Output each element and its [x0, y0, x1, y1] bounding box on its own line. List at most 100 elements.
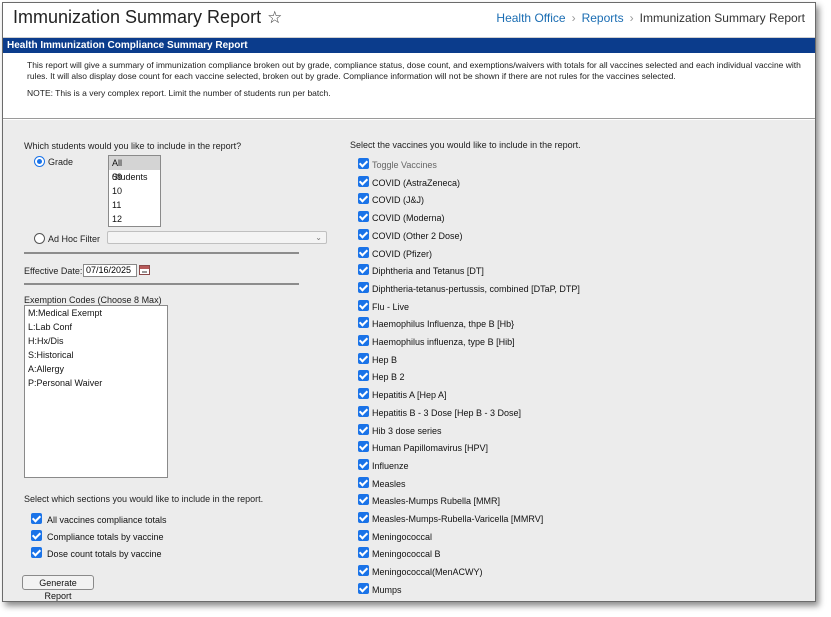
exemption-option[interactable]: L:Lab Conf [25, 320, 167, 334]
page-title: Immunization Summary Report ☆ [13, 7, 282, 28]
vaccine-label: Influenze [372, 461, 409, 471]
vaccine-checkbox[interactable] [358, 494, 369, 505]
toggle-vaccines-checkbox[interactable] [358, 158, 369, 169]
vaccine-checkbox[interactable] [358, 441, 369, 452]
exemption-option[interactable]: A:Allergy [25, 362, 167, 376]
vaccine-label: Mumps [372, 585, 402, 595]
chevron-right-icon: › [629, 11, 634, 25]
section-label: Dose count totals by vaccine [47, 549, 162, 559]
divider [24, 283, 299, 285]
vaccine-checkbox[interactable] [358, 424, 369, 435]
section-checkbox-compliance-by-vaccine[interactable] [31, 530, 42, 541]
report-description: This report will give a summary of immun… [3, 53, 815, 119]
calendar-icon[interactable] [139, 265, 150, 275]
vaccine-checkbox[interactable] [358, 317, 369, 328]
vaccine-label: Diphtheria-tetanus-pertussis, combined [… [372, 284, 580, 294]
star-icon[interactable]: ☆ [267, 8, 282, 27]
breadcrumb-reports[interactable]: Reports [582, 11, 624, 25]
vaccine-label: Diphtheria and Tetanus [DT] [372, 266, 484, 276]
vaccine-checkbox[interactable] [358, 176, 369, 187]
vaccine-label: Meningococcal(MenACWY) [372, 567, 483, 577]
vaccine-label: Measles [372, 479, 406, 489]
vaccine-label: Flu - Live [372, 302, 410, 312]
exemption-option[interactable]: S:Historical [25, 348, 167, 362]
exemption-option[interactable]: H:Hx/Dis [25, 334, 167, 348]
grade-option[interactable]: 10 [109, 184, 160, 198]
report-banner: Health Immunization Compliance Summary R… [3, 38, 815, 53]
section-checkbox-all-vaccines[interactable] [31, 513, 42, 524]
vaccine-checkbox[interactable] [358, 547, 369, 558]
vaccine-checkbox[interactable] [358, 264, 369, 275]
adhoc-radio-label: Ad Hoc Filter [48, 234, 101, 244]
vaccine-label: COVID (Moderna) [372, 213, 445, 223]
vaccine-checkbox[interactable] [358, 211, 369, 222]
vaccine-label: COVID (Other 2 Dose) [372, 231, 463, 241]
report-window: Immunization Summary Report ☆ Health Offi… [2, 2, 816, 602]
vaccine-label: Meningococcal [372, 532, 433, 542]
page-header: Immunization Summary Report ☆ Health Offi… [3, 3, 815, 38]
vaccine-label: Measles-Mumps-Rubella-Varicella [MMRV] [372, 514, 544, 524]
divider [24, 252, 299, 254]
students-question: Which students would you like to include… [24, 141, 242, 151]
section-label: Compliance totals by vaccine [47, 532, 164, 542]
vaccine-checkbox[interactable] [358, 247, 369, 258]
vaccine-checkbox[interactable] [358, 229, 369, 240]
effective-date-input[interactable]: 07/16/2025 [83, 264, 137, 277]
vaccine-checkbox[interactable] [358, 388, 369, 399]
description-text: This report will give a summary of immun… [27, 60, 801, 81]
vaccine-label: Human Papillomavirus [HPV] [372, 443, 489, 453]
vaccine-label: Measles-Mumps Rubella [MMR] [372, 496, 501, 506]
toggle-vaccines-label: Toggle Vaccines [372, 160, 437, 170]
chevron-down-icon: ⌄ [315, 233, 322, 242]
chevron-right-icon: › [571, 11, 576, 25]
adhoc-filter-select[interactable]: ⌄ [107, 231, 327, 244]
vaccine-checkbox[interactable] [358, 477, 369, 488]
vaccine-checkbox[interactable] [358, 353, 369, 364]
vaccine-label: Haemophilus influenza, type B [Hib] [372, 337, 515, 347]
description-note: NOTE: This is a very complex report. Lim… [27, 88, 331, 98]
vaccine-label: Hep B 2 [372, 372, 405, 382]
vaccine-label: Hib 3 dose series [372, 426, 442, 436]
exemption-option[interactable]: M:Medical Exempt [25, 306, 167, 320]
vaccines-question: Select the vaccines you would like to in… [350, 140, 581, 150]
grade-option[interactable]: All Students [109, 156, 160, 182]
vaccine-label: Haemophilus Influenza, thpe B [Hb} [372, 319, 515, 329]
report-form: Which students would you like to include… [3, 120, 815, 601]
exemption-codes-listbox[interactable]: M:Medical Exempt L:Lab Conf H:Hx/Dis S:H… [24, 305, 168, 478]
section-checkbox-dose-count[interactable] [31, 547, 42, 558]
vaccine-checkbox[interactable] [358, 300, 369, 311]
vaccine-label: COVID (AstraZeneca) [372, 178, 461, 188]
vaccine-checkbox[interactable] [358, 406, 369, 417]
section-label: All vaccines compliance totals [47, 515, 167, 525]
page-title-text: Immunization Summary Report [13, 7, 262, 27]
vaccine-checkbox[interactable] [358, 512, 369, 523]
exemption-option[interactable]: P:Personal Waiver [25, 376, 167, 390]
vaccine-label: COVID (Pfizer) [372, 249, 433, 259]
vaccine-checkbox[interactable] [358, 335, 369, 346]
vaccine-checkbox[interactable] [358, 459, 369, 470]
generate-report-button[interactable]: Generate Report [22, 575, 94, 601]
vaccine-checkbox[interactable] [358, 565, 369, 576]
vaccine-checkbox[interactable] [358, 370, 369, 381]
breadcrumb-health-office[interactable]: Health Office [496, 11, 565, 25]
vaccine-checkbox[interactable] [358, 193, 369, 204]
sections-question: Select which sections you would like to … [24, 494, 264, 504]
vaccine-label: Hepatitis A [Hep A] [372, 390, 447, 400]
effective-date-label: Effective Date: [24, 266, 83, 276]
vaccine-label: Hepatitis B - 3 Dose [Hep B - 3 Dose] [372, 408, 522, 418]
vaccine-label: COVID (J&J) [372, 195, 425, 205]
grade-listbox[interactable]: All Students 09 10 11 12 [108, 155, 161, 227]
vaccine-label: Meningococcal B [372, 549, 441, 559]
grade-option[interactable]: 12 [109, 212, 160, 226]
vaccine-checkbox[interactable] [358, 530, 369, 541]
breadcrumb-current: Immunization Summary Report [639, 11, 805, 25]
grade-radio[interactable] [34, 156, 45, 167]
vaccine-checkbox[interactable] [358, 583, 369, 594]
exemption-codes-label: Exemption Codes (Choose 8 Max) [24, 295, 162, 305]
grade-option[interactable]: 11 [109, 198, 160, 212]
vaccine-checkbox[interactable] [358, 282, 369, 293]
adhoc-radio[interactable] [34, 233, 45, 244]
vaccine-label: Hep B [372, 355, 398, 365]
grade-radio-label: Grade [48, 157, 74, 167]
breadcrumb: Health Office › Reports › Immunization Summa… [496, 11, 805, 25]
